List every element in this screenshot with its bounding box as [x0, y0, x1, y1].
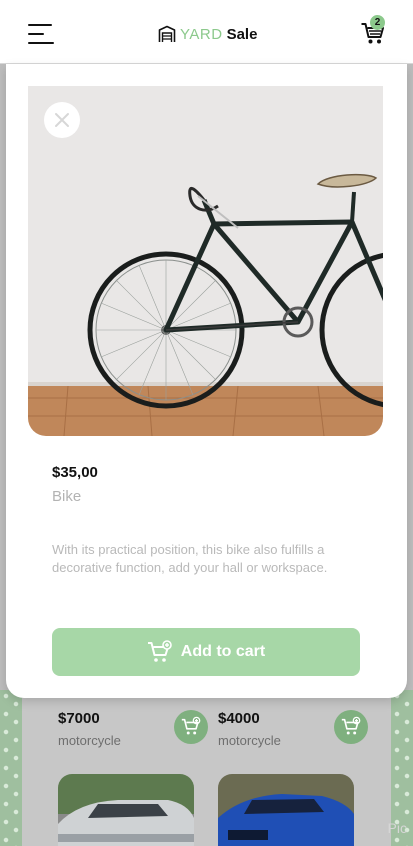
add-to-cart-button[interactable] [334, 710, 368, 744]
product-card-photo [218, 774, 354, 846]
menu-icon[interactable] [28, 24, 54, 46]
garage-icon [158, 25, 176, 42]
product-card-name: motorcycle [58, 733, 121, 748]
add-to-cart-button[interactable] [174, 710, 208, 744]
cart-plus-icon [341, 716, 361, 735]
cart-count-badge: 2 [370, 15, 385, 30]
product-card-price: $7000 [58, 710, 100, 727]
product-description: With its practical position, this bike a… [52, 542, 328, 575]
close-button[interactable] [44, 102, 80, 138]
add-to-cart-label: Add to cart [180, 643, 266, 660]
product-detail-modal: $35,00 Bike With its practical position,… [6, 64, 407, 698]
product-price: $35,00 [52, 464, 98, 481]
product-image [28, 86, 383, 436]
product-name: Bike [52, 488, 82, 505]
product-card-name: motorcycle [218, 733, 281, 748]
product-grid: $7000 motorcycle $4000 motorcycle [22, 690, 391, 846]
app-logo[interactable]: YARD Sale [158, 24, 257, 44]
cart-plus-icon [147, 640, 172, 662]
add-to-cart-button[interactable]: Add to cart [52, 628, 360, 676]
logo-sale-text: Sale [226, 25, 258, 43]
close-icon [55, 113, 69, 127]
product-card-price: $4000 [218, 710, 260, 727]
product-card-photo [58, 774, 194, 846]
watermark-text: Pic [387, 820, 407, 836]
decor-strip-left [0, 690, 22, 846]
cart-plus-icon [181, 716, 201, 735]
logo-yard-text: YARD [180, 25, 223, 43]
app-header: YARD Sale 2 [0, 0, 413, 64]
